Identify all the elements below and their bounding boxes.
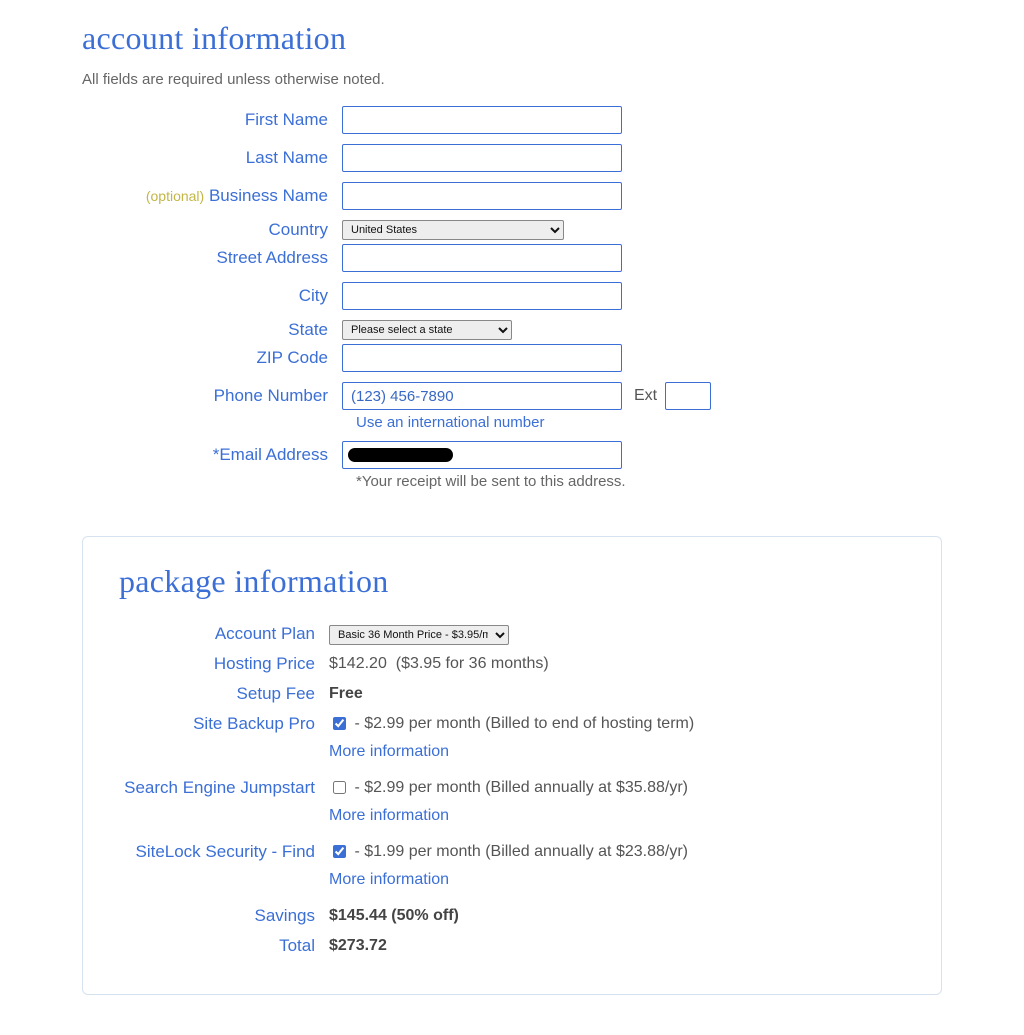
label-state: State: [82, 320, 342, 340]
email-value-redacted: [348, 448, 453, 462]
first-name-input[interactable]: [342, 106, 622, 134]
phone-ext-input[interactable]: [665, 382, 711, 410]
label-city: City: [82, 286, 342, 306]
label-hosting-price: Hosting Price: [119, 652, 329, 676]
label-business-name: (optional) Business Name: [82, 186, 342, 206]
required-fields-note: All fields are required unless otherwise…: [82, 71, 942, 88]
email-receipt-note: *Your receipt will be sent to this addre…: [356, 473, 942, 490]
optional-tag: (optional): [146, 188, 204, 204]
business-name-input[interactable]: [342, 182, 622, 210]
label-total: Total: [119, 934, 329, 958]
label-site-backup: Site Backup Pro: [119, 712, 329, 736]
account-info-title: account information: [82, 20, 942, 57]
label-email: *Email Address: [82, 445, 342, 465]
search-engine-price: - $2.99 per month (Billed annually at $3…: [354, 779, 688, 796]
label-last-name: Last Name: [82, 148, 342, 168]
phone-input[interactable]: [342, 382, 622, 410]
label-street-address: Street Address: [82, 248, 342, 268]
search-engine-checkbox[interactable]: [333, 781, 346, 794]
search-engine-more-info-link[interactable]: More information: [329, 804, 905, 828]
label-setup-fee: Setup Fee: [119, 682, 329, 706]
label-savings: Savings: [119, 904, 329, 928]
label-account-plan: Account Plan: [119, 622, 329, 646]
sitelock-more-info-link[interactable]: More information: [329, 868, 905, 892]
label-zip: ZIP Code: [82, 348, 342, 368]
sitelock-price: - $1.99 per month (Billed annually at $2…: [354, 843, 688, 860]
site-backup-price: - $2.99 per month (Billed to end of host…: [354, 715, 694, 732]
city-input[interactable]: [342, 282, 622, 310]
intl-number-link[interactable]: Use an international number: [356, 414, 942, 431]
account-plan-select[interactable]: Basic 36 Month Price - $3.95/mo.: [329, 625, 509, 645]
package-info-title: package information: [119, 563, 905, 600]
sitelock-checkbox[interactable]: [333, 845, 346, 858]
label-phone: Phone Number: [82, 386, 342, 406]
street-address-input[interactable]: [342, 244, 622, 272]
label-sitelock: SiteLock Security - Find: [119, 840, 329, 864]
label-search-engine: Search Engine Jumpstart: [119, 776, 329, 800]
setup-fee-value: Free: [329, 685, 363, 702]
total-value: $273.72: [329, 937, 387, 954]
site-backup-checkbox[interactable]: [333, 717, 346, 730]
zip-input[interactable]: [342, 344, 622, 372]
label-country: Country: [82, 220, 342, 240]
label-ext: Ext: [634, 387, 657, 405]
hosting-price-value: $142.20 ($3.95 for 36 months): [329, 652, 905, 676]
savings-value: $145.44 (50% off): [329, 904, 905, 928]
country-select[interactable]: United States: [342, 220, 564, 240]
state-select[interactable]: Please select a state: [342, 320, 512, 340]
site-backup-more-info-link[interactable]: More information: [329, 740, 905, 764]
label-first-name: First Name: [82, 110, 342, 130]
last-name-input[interactable]: [342, 144, 622, 172]
package-info-box: package information Account Plan Basic 3…: [82, 536, 942, 995]
